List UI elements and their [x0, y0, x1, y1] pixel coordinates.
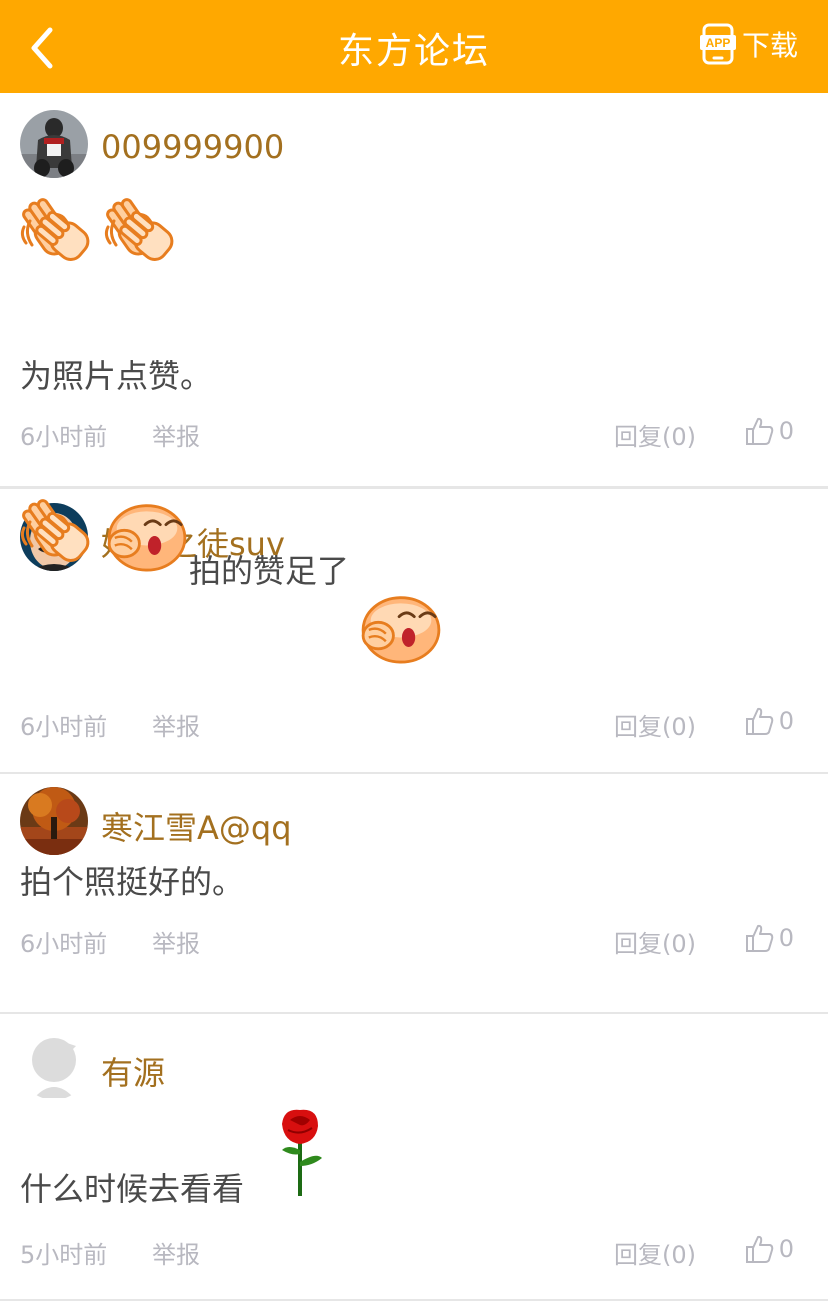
comment-text: 为照片点赞。 — [20, 357, 213, 395]
comment-meta: 5小时前 举报 回复(0) 0 — [20, 1233, 794, 1270]
download-label: 下载 — [741, 29, 798, 62]
post-time: 5小时前 — [20, 1241, 108, 1269]
comment-text: 什么时候去看看 — [20, 1170, 245, 1208]
comment-feed: 009999900 为照片点赞。 6小时前 举报 回复(0) 0 好摄之徒suv… — [0, 93, 828, 1301]
reply-button[interactable]: 回复(0) — [614, 707, 696, 742]
reply-button[interactable]: 回复(0) — [614, 417, 696, 452]
post-time: 6小时前 — [20, 713, 108, 741]
like-count: 0 — [778, 1235, 794, 1263]
username[interactable]: 寒江雪A@qq — [101, 803, 292, 849]
yawning-face-emoji — [361, 596, 441, 664]
app-download-button[interactable]: APP 下载 — [699, 22, 798, 66]
comment-meta: 6小时前 举报 回复(0) 0 — [20, 415, 794, 452]
clapping-hands-emoji — [102, 193, 179, 266]
avatar[interactable] — [20, 787, 88, 855]
username[interactable]: 有源 — [101, 1048, 165, 1094]
like-count: 0 — [778, 417, 794, 445]
avatar[interactable] — [20, 1032, 88, 1100]
like-button[interactable]: 0 — [743, 705, 794, 737]
phone-app-icon: APP — [699, 23, 736, 65]
top-bar: 东方论坛 APP 下载 — [0, 0, 828, 93]
comment-item: 好摄之徒suv 拍的赞足了 6小时前 举报 回复(0) 0 — [0, 489, 828, 774]
comment-text: 拍个照挺好的。 — [20, 863, 245, 901]
thumbs-up-icon — [745, 417, 773, 445]
like-button[interactable]: 0 — [743, 415, 794, 447]
comment-item: 有源 什么时候去看看 5小时前 举报 回复(0) 0 — [0, 1014, 828, 1301]
thumbs-up-icon — [745, 1235, 773, 1263]
username[interactable]: 009999900 — [101, 128, 284, 166]
report-link[interactable]: 举报 — [152, 707, 200, 742]
comment-item: 009999900 为照片点赞。 6小时前 举报 回复(0) 0 — [0, 93, 828, 489]
app-badge-text: APP — [706, 36, 731, 50]
reply-button[interactable]: 回复(0) — [614, 1235, 696, 1270]
thumbs-up-icon — [745, 924, 773, 952]
thumbs-up-icon — [745, 707, 773, 735]
like-button[interactable]: 0 — [743, 922, 794, 954]
yawning-face-emoji — [107, 504, 187, 572]
avatar[interactable] — [20, 110, 88, 178]
report-link[interactable]: 举报 — [152, 1235, 200, 1270]
like-button[interactable]: 0 — [743, 1233, 794, 1265]
reply-button[interactable]: 回复(0) — [614, 924, 696, 959]
like-count: 0 — [778, 924, 794, 952]
report-link[interactable]: 举报 — [152, 924, 200, 959]
comment-meta: 6小时前 举报 回复(0) 0 — [20, 705, 794, 742]
comment-item: 寒江雪A@qq 拍个照挺好的。 6小时前 举报 回复(0) 0 — [0, 774, 828, 1014]
clapping-hands-emoji — [18, 494, 95, 567]
clapping-hands-emoji — [18, 193, 95, 266]
post-time: 6小时前 — [20, 930, 108, 958]
rose-emoji — [282, 1109, 322, 1196]
comment-text: 拍的赞足了 — [189, 552, 350, 590]
comment-meta: 6小时前 举报 回复(0) 0 — [20, 922, 794, 959]
post-time: 6小时前 — [20, 423, 108, 451]
like-count: 0 — [778, 707, 794, 735]
report-link[interactable]: 举报 — [152, 417, 200, 452]
